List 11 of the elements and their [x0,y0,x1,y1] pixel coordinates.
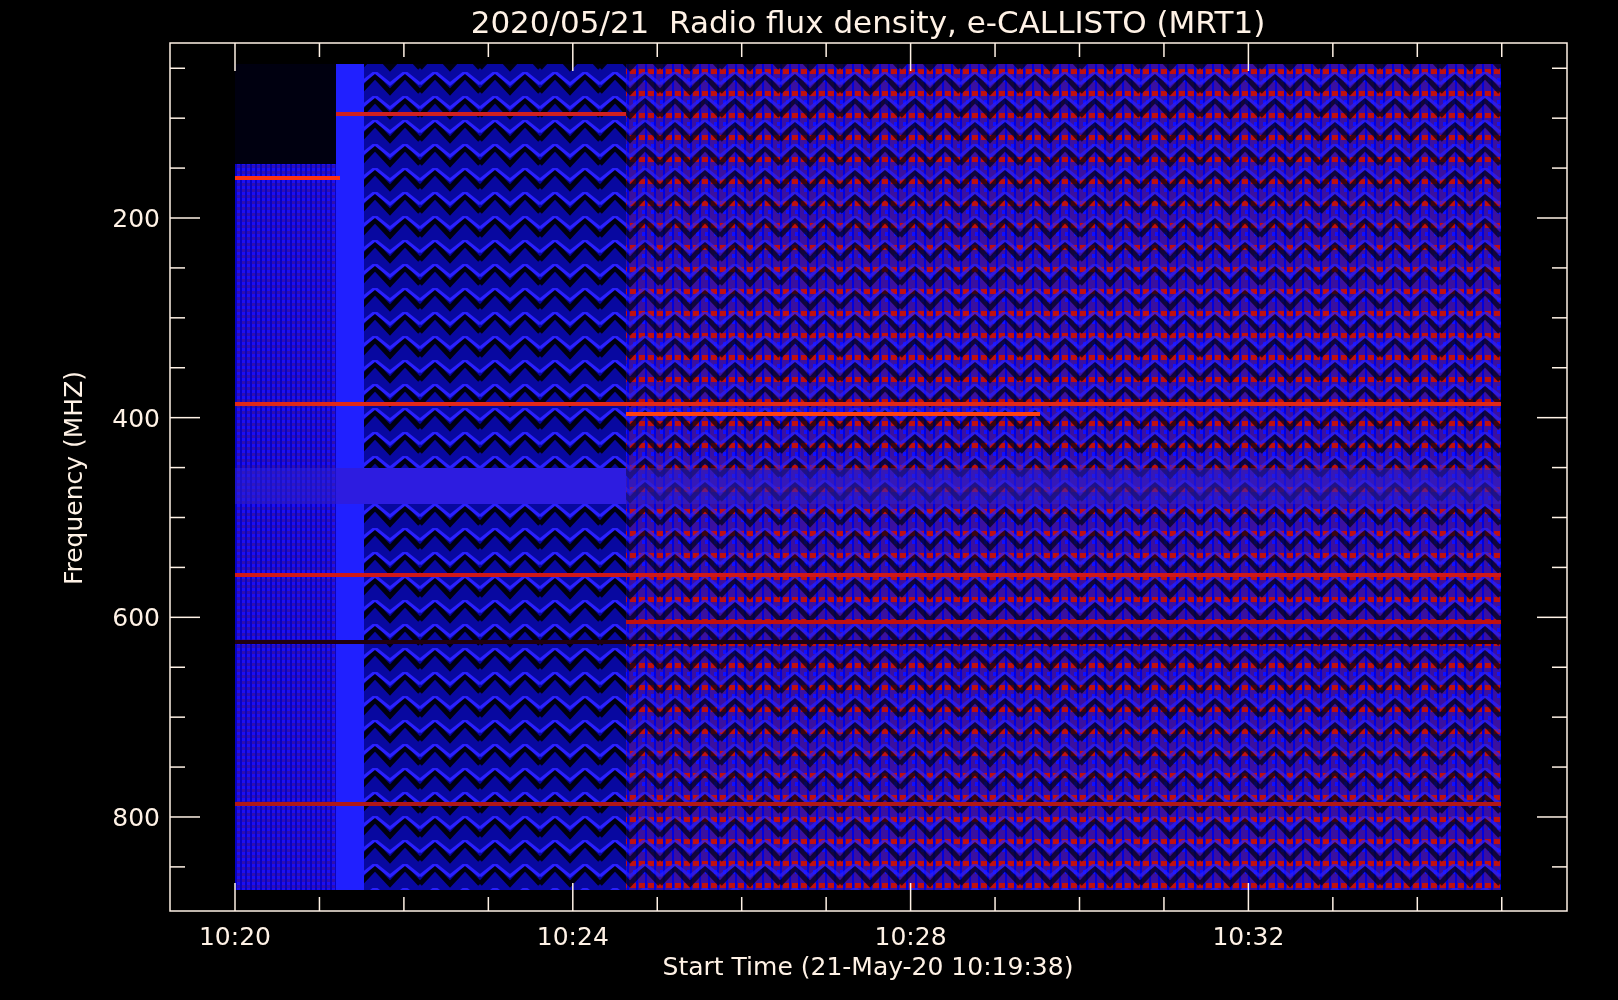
x-tick-label: 10:32 [1212,922,1285,951]
x-tick-label: 10:28 [874,922,947,951]
x-tick-label: 10:20 [199,922,271,951]
y-tick-label: 200 [112,204,160,233]
chart-title: 2020/05/21 Radio flux density, e-CALLISTO (MRT1) [470,4,1266,40]
y-tick-label: 800 [112,803,160,832]
x-axis-title: Start Time (21-May-20 10:19:38) [662,952,1074,981]
y-axis-title: Frequency (MHZ) [59,370,88,586]
y-tick-label: 600 [112,603,160,633]
y-tick-label: 400 [112,403,160,433]
x-tick-label: 10:24 [536,922,609,951]
